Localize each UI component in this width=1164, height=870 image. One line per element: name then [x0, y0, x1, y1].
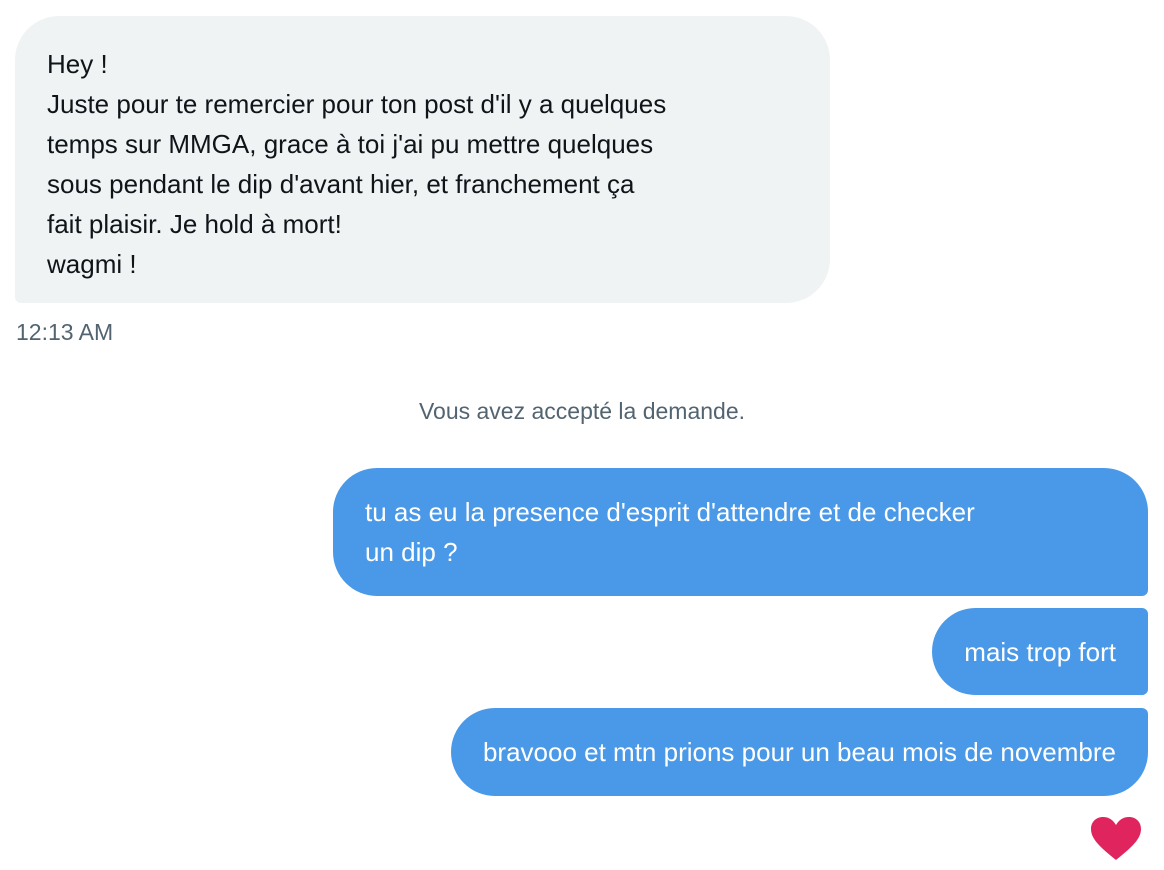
message-line: sous pendant le dip d'avant hier, et fra… — [47, 169, 635, 199]
message-line: un dip ? — [365, 537, 458, 567]
heart-icon[interactable] — [1090, 816, 1142, 862]
request-accepted-notice: Vous avez accepté la demande. — [418, 398, 746, 424]
message-line: bravooo et mtn prions pour un beau mois … — [482, 737, 1116, 767]
outgoing-message-bubble[interactable]: bravooo et mtn prions pour un beau mois … — [450, 708, 1148, 796]
outgoing-message-bubble[interactable]: mais trop fort — [932, 608, 1148, 695]
message-line: Juste pour te remercier pour ton post d'… — [47, 89, 667, 119]
message-line: fait plaisir. Je hold à mort! — [47, 209, 342, 239]
message-line: tu as eu la presence d'esprit d'attendre… — [365, 497, 975, 527]
incoming-message-bubble[interactable]: Hey ! Juste pour te remercier pour ton p… — [15, 16, 830, 303]
outgoing-message-bubble[interactable]: tu as eu la presence d'esprit d'attendre… — [333, 468, 1148, 596]
message-line: wagmi ! — [47, 249, 137, 279]
message-line: mais trop fort — [964, 637, 1116, 667]
message-line: temps sur MMGA, grace à toi j'ai pu mett… — [47, 129, 654, 159]
message-line: Hey ! — [47, 49, 108, 79]
message-timestamp: 12:13 AM — [16, 319, 114, 345]
heart-reaction-shape — [1091, 817, 1141, 860]
